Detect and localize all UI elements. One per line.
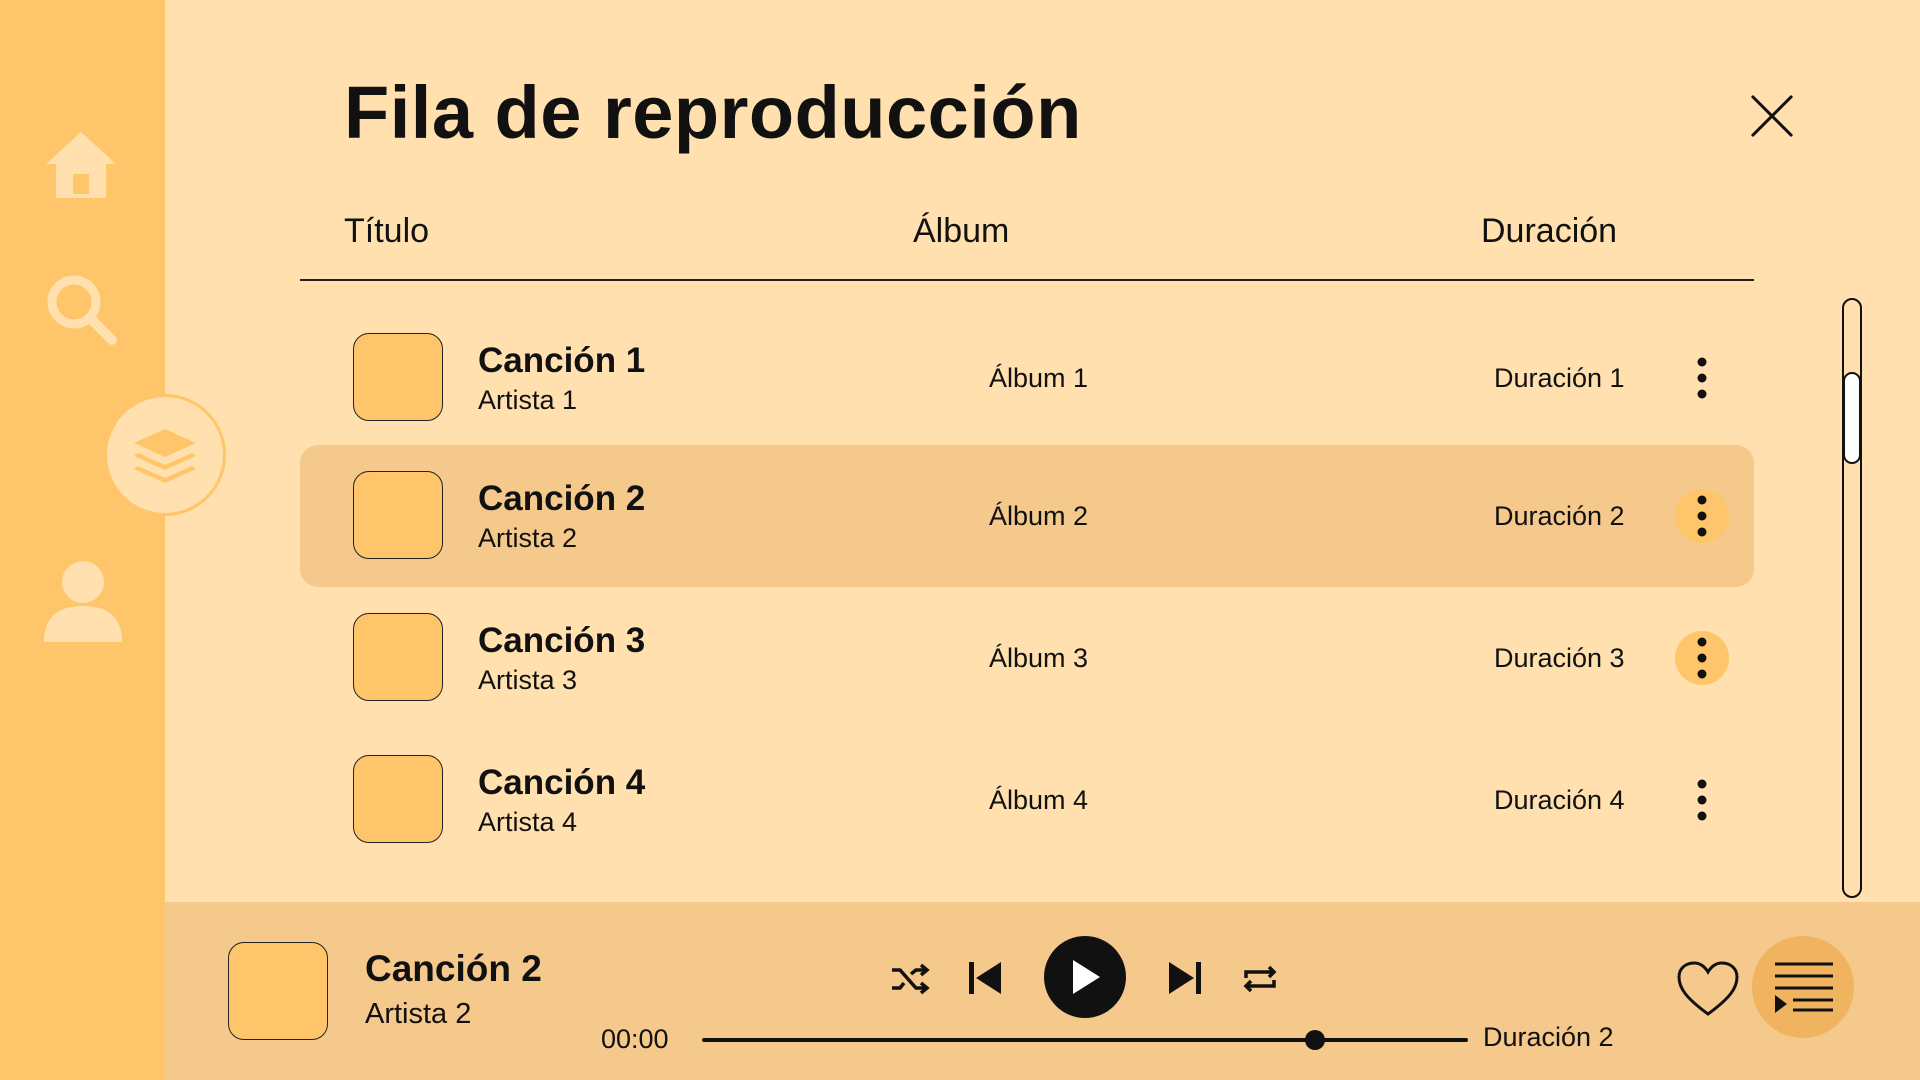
song-title: Canción 3 bbox=[478, 621, 646, 660]
song-cover bbox=[353, 755, 443, 843]
repeat-button[interactable] bbox=[1237, 956, 1283, 1002]
close-button[interactable] bbox=[1748, 92, 1796, 140]
user-icon bbox=[44, 561, 122, 642]
favorite-button[interactable] bbox=[1675, 958, 1741, 1020]
song-cover bbox=[353, 613, 443, 701]
queue-button[interactable] bbox=[1752, 936, 1854, 1038]
song-title: Canción 2 bbox=[478, 479, 646, 518]
song-album: Álbum 4 bbox=[989, 785, 1089, 815]
close-icon bbox=[1750, 94, 1794, 138]
home-icon bbox=[46, 132, 116, 198]
song-duration: Duración 3 bbox=[1494, 643, 1625, 673]
more-options-button[interactable] bbox=[1675, 631, 1729, 685]
table-row[interactable]: Canción 1 Artista 1 Álbum 1 Duración 1 bbox=[300, 307, 1754, 449]
layers-icon bbox=[134, 429, 196, 483]
shuffle-button[interactable] bbox=[887, 956, 933, 1002]
more-vertical-icon bbox=[1697, 357, 1707, 399]
song-album: Álbum 1 bbox=[989, 363, 1089, 393]
previous-button[interactable] bbox=[961, 954, 1009, 1002]
column-header-title[interactable]: Título bbox=[344, 212, 429, 251]
progress-bar[interactable] bbox=[702, 1030, 1468, 1050]
sidebar-item-queue[interactable] bbox=[104, 394, 226, 516]
song-artist: Artista 3 bbox=[478, 665, 578, 695]
total-duration: Duración 2 bbox=[1483, 1022, 1614, 1052]
heart-icon bbox=[1677, 961, 1739, 1016]
table-row[interactable]: Canción 2 Artista 2 Álbum 2 Duración 2 bbox=[300, 445, 1754, 587]
search-icon bbox=[47, 275, 117, 345]
header-divider bbox=[300, 279, 1754, 281]
play-icon bbox=[1073, 960, 1100, 994]
song-album: Álbum 2 bbox=[989, 501, 1089, 531]
column-header-album[interactable]: Álbum bbox=[913, 212, 1009, 251]
now-playing-artist: Artista 2 bbox=[365, 998, 472, 1030]
song-cover bbox=[353, 333, 443, 421]
sidebar-item-home[interactable] bbox=[44, 128, 118, 202]
now-playing-title: Canción 2 bbox=[365, 948, 542, 989]
shuffle-icon bbox=[892, 963, 930, 995]
more-options-button[interactable] bbox=[1675, 351, 1729, 405]
scrollbar-thumb[interactable] bbox=[1843, 372, 1861, 464]
song-artist: Artista 2 bbox=[478, 523, 578, 553]
next-button[interactable] bbox=[1161, 954, 1209, 1002]
scrollbar[interactable] bbox=[1842, 298, 1862, 898]
song-artist: Artista 4 bbox=[478, 807, 578, 837]
song-duration: Duración 1 bbox=[1494, 363, 1625, 393]
sidebar bbox=[0, 0, 226, 1080]
song-album: Álbum 3 bbox=[989, 643, 1089, 673]
more-vertical-icon bbox=[1697, 495, 1707, 537]
column-header-duration[interactable]: Duración bbox=[1481, 212, 1617, 251]
more-vertical-icon bbox=[1697, 637, 1707, 679]
player-bar: Canción 2 Artista 2 00:00 Duración 2 bbox=[165, 902, 1920, 1080]
song-artist: Artista 1 bbox=[478, 385, 578, 415]
page-title: Fila de reproducción bbox=[344, 71, 1082, 154]
progress-handle[interactable] bbox=[1304, 1030, 1325, 1050]
current-time: 00:00 bbox=[601, 1024, 669, 1054]
sidebar-item-search[interactable] bbox=[44, 272, 120, 348]
song-duration: Duración 4 bbox=[1494, 785, 1625, 815]
skip-next-icon bbox=[1169, 962, 1201, 994]
now-playing-cover bbox=[228, 942, 328, 1040]
sidebar-item-profile[interactable] bbox=[44, 560, 122, 642]
song-duration: Duración 2 bbox=[1494, 501, 1625, 531]
table-row[interactable]: Canción 4 Artista 4 Álbum 4 Duración 4 bbox=[300, 729, 1754, 871]
more-vertical-icon bbox=[1697, 779, 1707, 821]
queue-list-icon bbox=[1775, 962, 1833, 1013]
song-title: Canción 4 bbox=[478, 763, 646, 802]
more-options-button[interactable] bbox=[1675, 773, 1729, 827]
song-cover bbox=[353, 471, 443, 559]
play-button[interactable] bbox=[1044, 936, 1126, 1018]
table-row[interactable]: Canción 3 Artista 3 Álbum 3 Duración 3 bbox=[300, 587, 1754, 729]
skip-previous-icon bbox=[969, 962, 1001, 994]
more-options-button[interactable] bbox=[1675, 489, 1729, 543]
repeat-icon bbox=[1243, 965, 1277, 993]
song-title: Canción 1 bbox=[478, 341, 646, 380]
